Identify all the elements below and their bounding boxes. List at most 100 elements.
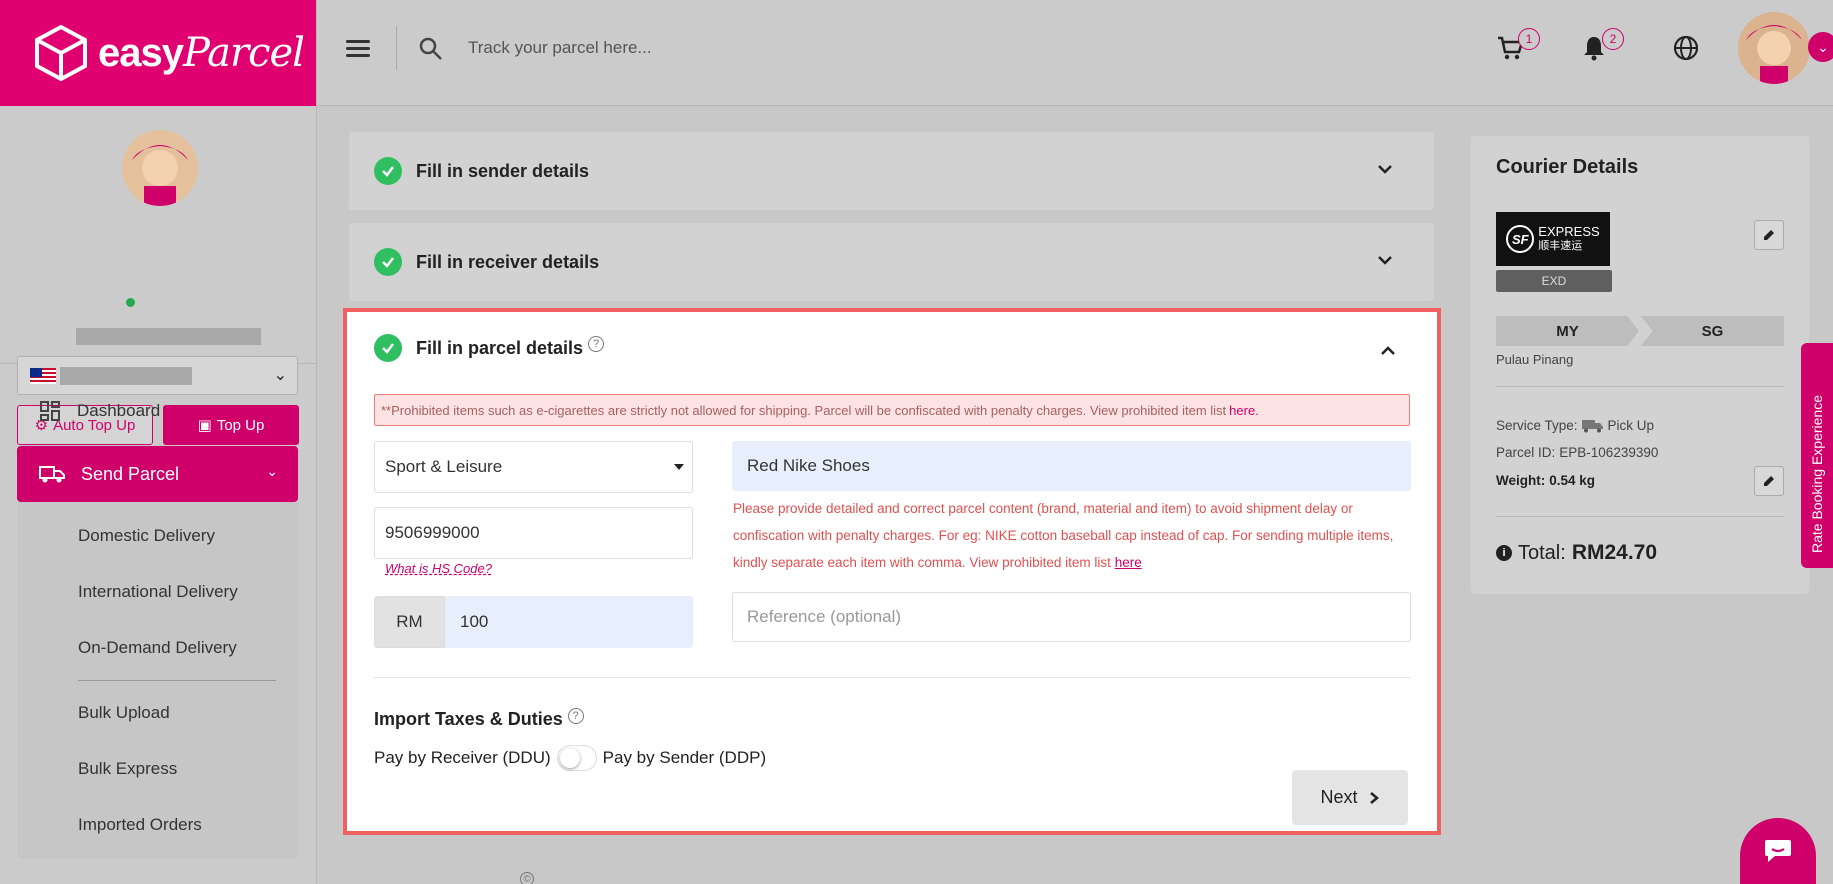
route-indicator: MY SG [1496,316,1784,346]
check-circle-icon [374,248,402,276]
pencil-icon [1764,476,1774,486]
step-title: Fill in receiver details [416,251,600,272]
help-icon[interactable]: ? [567,707,584,724]
user-menu-chevron-icon[interactable]: ⌄ [1808,32,1833,62]
pencil-icon [1764,230,1774,240]
sidebar-item-send-parcel[interactable]: Send Parcel ⌄ [17,446,298,502]
notification-count-badge: 2 [1602,28,1624,50]
sf-mark: SF [1506,225,1535,253]
chevron-down-icon [1378,256,1392,265]
copyright-icon: © [520,872,534,884]
chevron-down-icon: ⌄ [273,367,287,384]
courier-title: Courier Details [1496,156,1639,178]
sidebar-nav: Dashboard Send Parcel ⌄ Domestic Deliver… [17,388,298,859]
rate-tab-label: Rate Booking Experience [1809,395,1825,553]
top-header: 1 2 ⌄ [318,0,1833,106]
pay-by-sender-label: Pay by Sender (DDP) [602,748,767,767]
edit-courier-button[interactable] [1754,220,1784,250]
sf-express-logo: SF EXPRESS 顺丰速运 [1496,212,1610,266]
prohibited-list-link[interactable]: here. [1229,403,1259,418]
ddu-ddp-toggle[interactable] [556,745,597,771]
step-header[interactable]: Fill in sender details [349,132,1434,210]
notifications-button[interactable]: 2 [1580,28,1624,64]
account-redacted [60,367,192,385]
import-taxes-toggle-row: Pay by Receiver (DDU) Pay by Sender (DDP… [374,745,766,771]
track-parcel-input[interactable] [468,30,968,66]
truck-icon [39,466,65,483]
globe-icon [1673,35,1699,61]
cart-button[interactable]: 1 [1496,28,1540,64]
rate-booking-experience-tab[interactable]: Rate Booking Experience [1801,343,1833,568]
what-is-hs-code-link[interactable]: What is HS Code? [385,561,492,576]
step-receiver-details[interactable]: Fill in receiver details [349,223,1434,301]
total-row: i Total: RM24.70 [1496,541,1657,565]
service-type-value: Pick Up [1607,418,1655,433]
next-button[interactable]: Next [1292,770,1408,825]
chevron-up-icon[interactable] [1379,342,1397,360]
chat-button[interactable] [1740,818,1816,884]
sidebar: easyParcel ⌄ ⚙ Auto Top Up ▣ Top Up Dash… [0,0,317,884]
parcel-id-row: Parcel ID: EPB-106239390 [1496,445,1658,460]
hamburger-menu-icon[interactable] [346,40,370,58]
origin-city: Pulau Pinang [1496,352,1574,367]
parcel-content-input[interactable]: Red Nike Shoes [732,441,1411,491]
currency-prefix: RM [374,596,445,648]
sidebar-item-imported-orders[interactable]: Imported Orders [17,797,298,853]
search-icon[interactable] [418,36,444,62]
malaysia-flag-icon [30,368,56,384]
online-status-dot [124,296,137,309]
step-header[interactable]: Fill in receiver details [349,223,1434,301]
step-title: Fill in sender details [416,160,590,181]
sidebar-item-international-delivery[interactable]: International Delivery [17,564,298,620]
step-title: Fill in parcel details [416,337,584,358]
sidebar-item-bulk-express[interactable]: Bulk Express [17,741,298,797]
parcel-id-value: EPB-106239390 [1559,445,1659,460]
import-taxes-label: Import Taxes & Duties [374,709,563,729]
weight-label: Weight: [1496,473,1546,488]
warning-text: **Prohibited items such as e-cigarettes … [381,402,1227,418]
step-header[interactable]: Fill in parcel details ? [374,334,605,362]
check-circle-icon [374,157,402,185]
edit-weight-button[interactable] [1754,466,1784,496]
divider [78,680,276,681]
parcel-value-input[interactable]: 100 [445,596,693,648]
sidebar-item-label: Dashboard [77,401,161,420]
sidebar-item-dashboard[interactable]: Dashboard [17,388,298,434]
category-value: Sport & Leisure [385,457,503,476]
sidebar-item-on-demand-delivery[interactable]: On-Demand Delivery [17,620,298,676]
sidebar-item-bulk-upload[interactable]: Bulk Upload [17,685,298,741]
cart-count-badge: 1 [1518,28,1540,50]
from-country: MY [1496,316,1639,346]
logo-text-en: EXPRESS [1538,224,1600,239]
parcel-box-logo-icon [35,24,87,82]
service-code-badge: EXD [1496,270,1612,292]
prohibited-list-link[interactable]: here [1115,555,1142,570]
hs-code-input[interactable]: 9506999000 [374,507,693,559]
category-select[interactable]: Sport & Leisure [374,441,693,493]
user-avatar[interactable] [1738,12,1810,84]
step-sender-details[interactable]: Fill in sender details [349,132,1434,210]
help-icon[interactable]: ? [588,336,605,352]
divider [1496,516,1784,517]
sidebar-item-domestic-delivery[interactable]: Domestic Delivery [17,508,298,564]
parcel-id-label: Parcel ID: [1496,445,1556,460]
chat-bubble-icon [1765,840,1791,862]
chevron-right-icon [1369,791,1379,804]
total-value: RM24.70 [1571,541,1658,564]
import-taxes-title: Import Taxes & Duties ? [374,707,584,730]
sidebar-item-label: Send Parcel [81,463,180,484]
avatar[interactable] [122,130,198,206]
logo[interactable]: easyParcel [0,0,316,106]
total-label: Total: [1518,541,1566,564]
dashboard-icon [40,401,60,421]
divider [396,26,397,70]
language-button[interactable] [1672,34,1702,64]
reference-input[interactable] [732,592,1411,642]
weight-value: 0.54 kg [1549,473,1596,488]
mascot-avatar-icon [1738,12,1810,84]
profile-section: ⌄ ⚙ Auto Top Up ▣ Top Up [0,106,316,445]
info-icon[interactable]: i [1496,545,1512,561]
courier-details-card: Courier Details SF EXPRESS 顺丰速运 EXD MY S… [1471,136,1809,594]
pay-by-receiver-label: Pay by Receiver (DDU) [374,748,551,767]
service-type-row: Service Type: Pick Up [1496,418,1654,433]
